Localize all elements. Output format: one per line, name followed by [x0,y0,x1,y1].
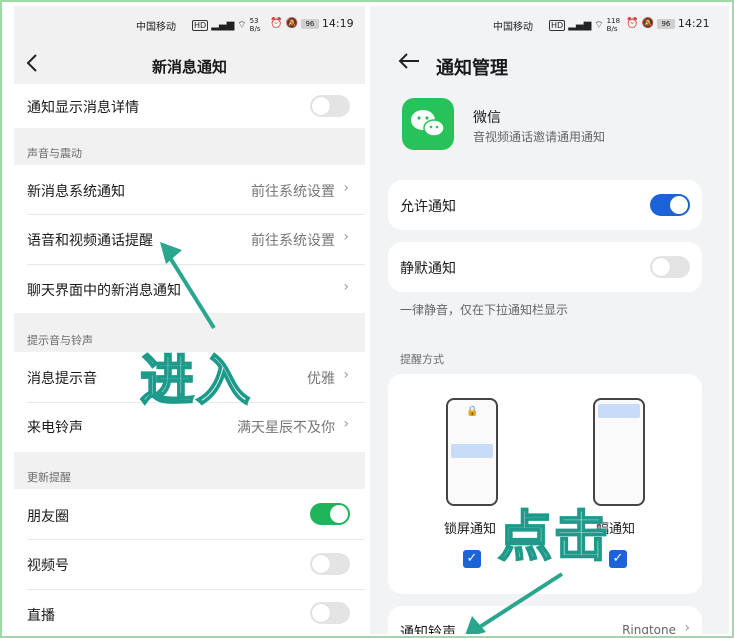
row-value: Ringtone [622,623,676,634]
row-label: 直播 [27,608,55,624]
chevron-right-icon: › [343,229,349,245]
clock: 14:19 [321,17,354,30]
row-label: 视频号 [27,558,69,574]
overlay-enter-text: 进入 [139,348,252,413]
signal-icon: ▂▄▆ [211,19,235,31]
row-label: 语音和视频通话提醒 [27,233,153,249]
section-header-remind: 提醒方式 [400,353,444,366]
updates-group: 朋友圈 视频号 直播 [14,489,365,634]
carrier-label: 中国移动 [136,22,176,33]
battery-icon: 96 [656,18,675,29]
row-label: 允许通知 [400,199,456,215]
network-icons: HD ▂▄▆ ⌔ 118 B/s [549,17,625,33]
wifi-icon: ⌔ [594,19,604,31]
app-description: 音视频通话邀请通用通知 [473,130,606,144]
page-title: 新消息通知 [151,58,227,76]
status-bar: 中国移动 HD ▂▄▆ ⌔ 53 B/s ⏰ 🔕 96 14:19 [14,6,365,44]
row-label: 消息提示音 [27,371,97,387]
chevron-right-icon: › [343,180,349,196]
notification-management-screen: 中国移动 HD ▂▄▆ ⌔ 118 B/s ⏰ 🔕 96 14:21 通知管理 … [370,6,729,634]
annotation-arrow-down-left [465,572,564,634]
lockscreen-preview[interactable]: 🔒 [446,398,498,506]
app-name: 微信 [473,110,501,126]
row-value: 前往系统设置 [251,233,335,249]
chevron-right-icon: › [343,416,349,432]
banner-checkbox[interactable]: ✓ [609,550,627,568]
section-header-sound: 声音与震动 [27,147,82,160]
chevron-right-icon: › [343,279,349,295]
row-label: 朋友圈 [27,509,69,525]
setting-row-system-notify[interactable]: 新消息系统通知 前往系统设置 › [14,165,365,214]
allow-notification-row[interactable]: 允许通知 [388,180,702,230]
system-icons: ⏰ 🔕 96 14:21 [626,17,710,30]
page-title: 通知管理 [436,58,508,79]
setting-row-moments[interactable]: 朋友圈 [14,489,365,539]
clock: 14:21 [677,17,710,30]
overlay-click-text: 点击 [497,504,610,569]
detail-toggle[interactable] [310,95,350,117]
allow-notification-toggle[interactable] [650,194,690,216]
row-label: 通知显示消息详情 [27,100,139,116]
section-header-updates: 更新提醒 [27,471,71,484]
alarm-icon: ⏰ [626,18,639,29]
wechat-logo-icon [402,98,454,150]
back-arrow-icon[interactable] [398,52,420,74]
live-toggle[interactable] [310,602,350,624]
row-value: 满天星辰不及你 [237,420,335,436]
setting-row-channels[interactable]: 视频号 [14,540,365,589]
system-icons: ⏰ 🔕 96 14:19 [270,17,354,30]
new-message-settings-screen: 中国移动 HD ▂▄▆ ⌔ 53 B/s ⏰ 🔕 96 14:19 新消息通知 … [14,6,365,634]
mute-icon: 🔕 [641,18,654,29]
speed-label: 118 B/s [606,17,621,33]
lock-icon: 🔒 [466,406,479,417]
status-bar: 中国移动 HD ▂▄▆ ⌔ 118 B/s ⏰ 🔕 96 14:21 [370,6,729,44]
moments-toggle[interactable] [310,503,350,525]
row-label: 静默通知 [400,261,456,277]
hd-icon: HD [549,19,566,31]
network-icons: HD ▂▄▆ ⌔ 53 B/s [192,17,266,33]
lockscreen-label: 锁屏通知 [444,522,497,537]
app-bar: 新消息通知 [14,44,365,84]
annotation-arrow-up [160,242,216,330]
setting-row-live[interactable]: 直播 [14,590,365,634]
chevron-right-icon: › [684,620,690,634]
speed-label: 53 B/s [249,17,261,33]
chevron-right-icon: › [343,367,349,383]
wifi-icon: ⌔ [237,19,247,31]
banner-preview[interactable] [593,398,645,506]
row-value: 优雅 [307,371,335,387]
alarm-icon: ⏰ [270,18,283,29]
battery-icon: 96 [300,18,319,29]
row-label: 新消息系统通知 [27,184,125,200]
signal-icon: ▂▄▆ [568,19,592,31]
silent-note: 一律静音，仅在下拉通知栏显示 [400,303,569,317]
carrier-label: 中国移动 [493,22,533,33]
row-label: 通知铃声 [400,625,456,634]
section-header-tones: 提示音与铃声 [27,334,93,347]
silent-notification-row[interactable]: 静默通知 [388,242,702,292]
silent-notification-toggle[interactable] [650,256,690,278]
channels-toggle[interactable] [310,553,350,575]
row-value: 前往系统设置 [251,184,335,200]
mute-icon: 🔕 [285,18,298,29]
row-label: 来电铃声 [27,420,83,436]
setting-row-detail[interactable]: 通知显示消息详情 [14,84,365,128]
hd-icon: HD [192,19,209,31]
